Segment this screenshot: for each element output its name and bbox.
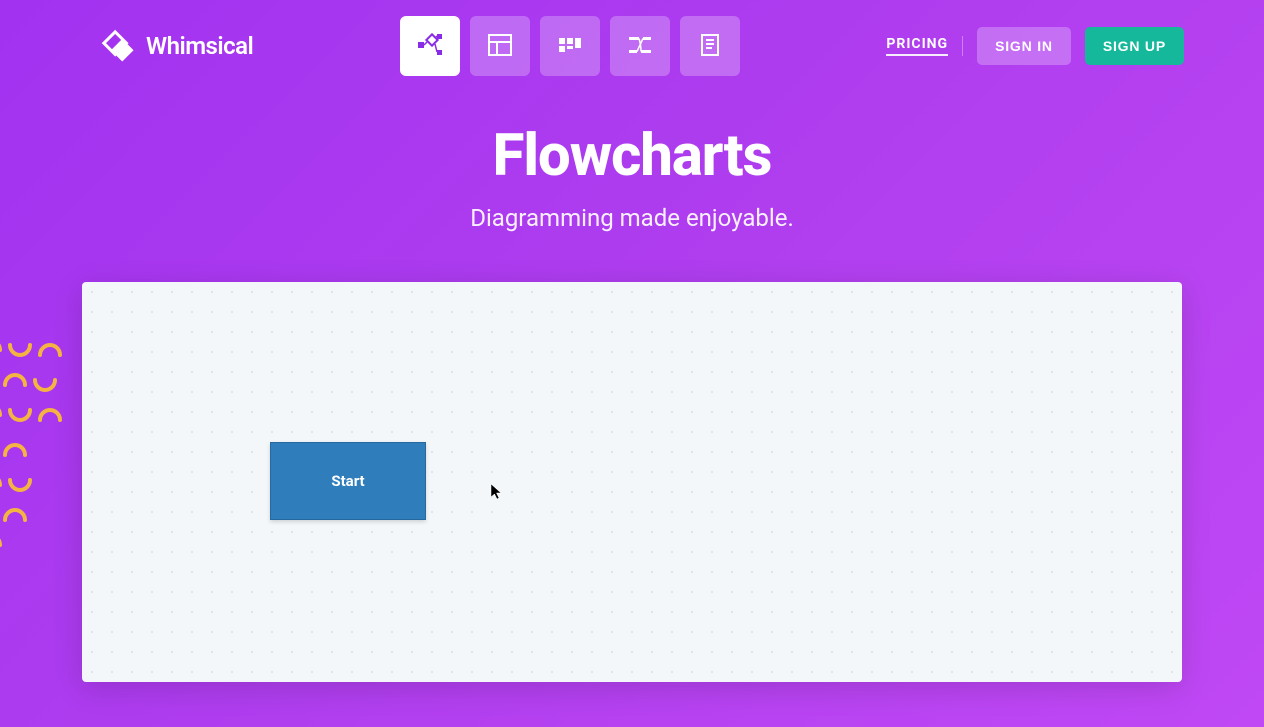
hero-section: Flowcharts Diagramming made enjoyable.	[0, 122, 1264, 232]
flowchart-canvas[interactable]: Start	[82, 282, 1182, 682]
start-node-label: Start	[331, 472, 364, 490]
tab-docs[interactable]	[680, 16, 740, 76]
page-title: Flowcharts	[0, 122, 1264, 190]
brand-logo[interactable]: Whimsical	[100, 28, 253, 64]
tool-switcher	[400, 16, 740, 76]
pricing-link[interactable]: PRICING	[886, 36, 948, 56]
cursor-icon	[490, 483, 504, 505]
tab-wireframes[interactable]	[470, 16, 530, 76]
auth-divider	[962, 36, 963, 56]
flowchart-icon	[415, 30, 445, 63]
tab-sticky-notes[interactable]	[540, 16, 600, 76]
docs-icon	[695, 30, 725, 63]
decorative-squiggles	[0, 340, 90, 564]
wireframes-icon	[485, 30, 515, 63]
sign-up-button[interactable]: SIGN UP	[1085, 27, 1184, 65]
site-header: Whimsical	[0, 0, 1264, 92]
mind-maps-icon	[625, 30, 655, 63]
brand-name: Whimsical	[146, 32, 253, 60]
sticky-notes-icon	[555, 30, 585, 63]
whimsical-logo-icon	[100, 28, 136, 64]
tab-mind-maps[interactable]	[610, 16, 670, 76]
start-node[interactable]: Start	[270, 442, 426, 520]
tab-flowcharts[interactable]	[400, 16, 460, 76]
page-subtitle: Diagramming made enjoyable.	[0, 204, 1264, 232]
sign-in-button[interactable]: SIGN IN	[977, 27, 1071, 65]
auth-actions: PRICING SIGN IN SIGN UP	[886, 27, 1184, 65]
